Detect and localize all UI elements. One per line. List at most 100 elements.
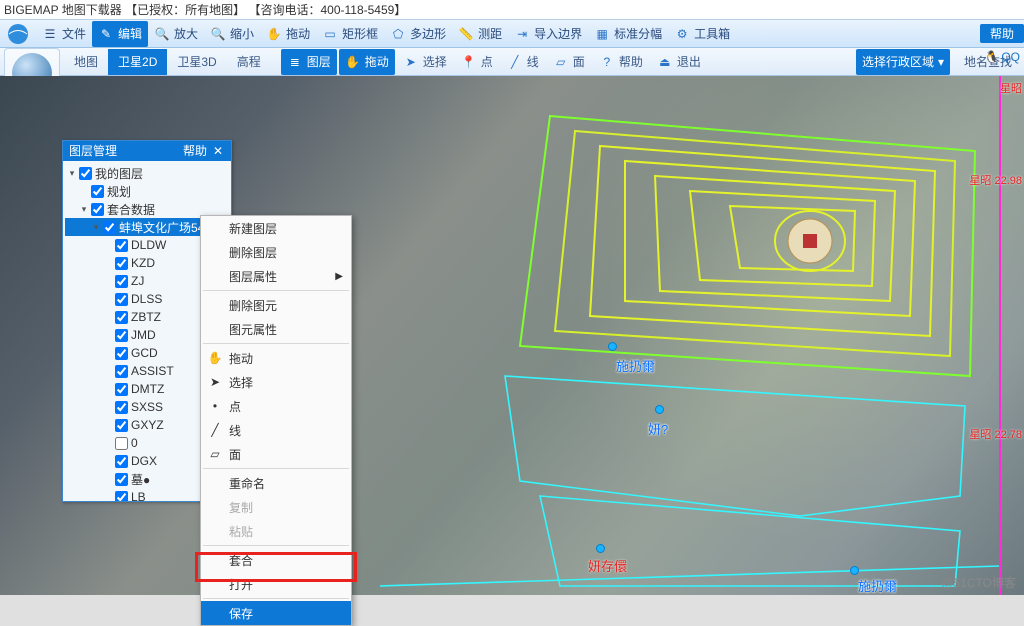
tree-label: 套合数据 bbox=[107, 201, 155, 218]
area-icon: ▱ bbox=[553, 54, 569, 70]
line-icon: ╱ bbox=[507, 54, 523, 70]
tree-checkbox[interactable] bbox=[115, 491, 128, 502]
contextmenu-item[interactable]: ➤选择 bbox=[201, 370, 351, 394]
tree-label: DLDW bbox=[131, 238, 166, 252]
menu-edit[interactable]: ✎ 编辑 bbox=[92, 21, 148, 47]
tab-satellite-3d[interactable]: 卫星3D bbox=[167, 49, 226, 75]
qq-contact[interactable]: 🐧 QQ bbox=[984, 50, 1020, 64]
area-tool[interactable]: ▱面 bbox=[547, 49, 591, 75]
tab-satellite-2d[interactable]: 卫星2D bbox=[108, 49, 167, 75]
contextmenu-item[interactable]: ✋拖动 bbox=[201, 346, 351, 370]
tree-checkbox[interactable] bbox=[103, 221, 116, 234]
tree-checkbox[interactable] bbox=[115, 275, 128, 288]
contextmenu-label: 删除图元 bbox=[229, 297, 277, 314]
tree-label: 墓● bbox=[131, 471, 150, 488]
cursor-icon: ➤ bbox=[207, 374, 223, 390]
panel-titlebar[interactable]: 图层管理 帮助 ✕ bbox=[63, 141, 231, 161]
contextmenu-item[interactable]: 删除图元 bbox=[201, 293, 351, 317]
tree-checkbox[interactable] bbox=[115, 293, 128, 306]
tree-node[interactable]: 规划 bbox=[65, 182, 229, 200]
tab-elevation[interactable]: 高程 bbox=[227, 49, 271, 75]
tree-toggle-icon[interactable]: ▾ bbox=[79, 204, 89, 215]
marker-point[interactable] bbox=[655, 405, 664, 414]
pan-tool[interactable]: ✋拖动 bbox=[339, 49, 395, 75]
tree-checkbox[interactable] bbox=[115, 239, 128, 252]
select-tool[interactable]: ➤选择 bbox=[397, 49, 453, 75]
contextmenu-item[interactable]: 删除图层 bbox=[201, 240, 351, 264]
hand-icon: ✋ bbox=[207, 350, 223, 366]
close-icon[interactable]: ✕ bbox=[211, 141, 225, 161]
tree-checkbox[interactable] bbox=[115, 401, 128, 414]
tab-map[interactable]: 地图 bbox=[64, 49, 108, 75]
pan-button[interactable]: ✋ 拖动 bbox=[260, 21, 316, 47]
menu-file[interactable]: ☰ 文件 bbox=[36, 21, 92, 47]
admin-region-dropdown[interactable]: 选择行政区域▾ bbox=[856, 49, 950, 75]
window-titlebar: BIGEMAP 地图下载器 【已授权：所有地图】 【咨询电话：400-118-5… bbox=[0, 0, 1024, 20]
coord-pin: 星昭 bbox=[1000, 80, 1022, 96]
zoom-out-button[interactable]: 🔍 缩小 bbox=[204, 21, 260, 47]
marker-point[interactable] bbox=[850, 566, 859, 575]
edit-icon: ✎ bbox=[98, 26, 114, 42]
marker-point[interactable] bbox=[608, 342, 617, 351]
contextmenu-label: 图层属性 bbox=[229, 268, 277, 285]
point-icon: • bbox=[207, 398, 223, 414]
point-tool[interactable]: 📍点 bbox=[455, 49, 499, 75]
tree-checkbox[interactable] bbox=[115, 419, 128, 432]
contextmenu-item[interactable]: 保存 bbox=[201, 601, 351, 625]
contextmenu-label: 新建图层 bbox=[229, 220, 277, 237]
contextmenu-item[interactable]: •点 bbox=[201, 394, 351, 418]
contextmenu-item[interactable]: 图层属性▶ bbox=[201, 264, 351, 288]
tree-checkbox[interactable] bbox=[115, 311, 128, 324]
tabtool-exit[interactable]: ⏏退出 bbox=[651, 49, 707, 75]
tree-label: DMTZ bbox=[131, 382, 164, 396]
contextmenu-label: 保存 bbox=[229, 605, 253, 622]
tree-toggle-icon[interactable]: ▾ bbox=[91, 222, 101, 233]
contextmenu-item[interactable]: 套合 bbox=[201, 548, 351, 572]
marker-point[interactable] bbox=[596, 544, 605, 553]
tree-checkbox[interactable] bbox=[115, 365, 128, 378]
contextmenu-item[interactable]: ▱面 bbox=[201, 442, 351, 466]
tree-checkbox[interactable] bbox=[115, 383, 128, 396]
contextmenu-item[interactable]: 重命名 bbox=[201, 471, 351, 495]
contextmenu-item[interactable]: 图元属性 bbox=[201, 317, 351, 341]
contextmenu-item[interactable]: ╱线 bbox=[201, 418, 351, 442]
tree-checkbox[interactable] bbox=[115, 437, 128, 450]
contextmenu-label: 复制 bbox=[229, 499, 253, 516]
main-toolbar: ☰ 文件 ✎ 编辑 🔍 放大 🔍 缩小 ✋ 拖动 ▭ 矩形框 ⬠ 多边形 📏 测… bbox=[0, 20, 1024, 48]
tree-checkbox[interactable] bbox=[115, 347, 128, 360]
tree-checkbox[interactable] bbox=[115, 473, 128, 486]
contextmenu-item[interactable]: 打开 bbox=[201, 572, 351, 596]
hand-icon: ✋ bbox=[345, 54, 361, 70]
std-frame-button[interactable]: ▦ 标准分幅 bbox=[588, 21, 668, 47]
pin-icon: 📍 bbox=[461, 54, 477, 70]
tree-checkbox[interactable] bbox=[115, 455, 128, 468]
line-tool[interactable]: ╱线 bbox=[501, 49, 545, 75]
layer-context-menu: 新建图层删除图层图层属性▶删除图元图元属性✋拖动➤选择•点╱线▱面重命名复制粘贴… bbox=[200, 215, 352, 626]
tree-label: 我的图层 bbox=[95, 165, 143, 182]
tree-checkbox[interactable] bbox=[79, 167, 92, 180]
tree-node[interactable]: ▾ 我的图层 bbox=[65, 164, 229, 182]
grid-icon: ▦ bbox=[594, 26, 610, 42]
polygon-select-button[interactable]: ⬠ 多边形 bbox=[384, 21, 452, 47]
measure-button[interactable]: 📏 测距 bbox=[452, 21, 508, 47]
tree-toggle-icon[interactable]: ▾ bbox=[67, 168, 77, 179]
contextmenu-item[interactable]: 新建图层 bbox=[201, 216, 351, 240]
rect-select-button[interactable]: ▭ 矩形框 bbox=[316, 21, 384, 47]
layers-icon: ≣ bbox=[287, 54, 303, 70]
gear-icon: ⚙ bbox=[674, 26, 690, 42]
zoom-in-button[interactable]: 🔍 放大 bbox=[148, 21, 204, 47]
tree-label: GCD bbox=[131, 346, 158, 360]
tabtool-help[interactable]: ?帮助 bbox=[593, 49, 649, 75]
tree-checkbox[interactable] bbox=[115, 257, 128, 270]
panel-help-link[interactable]: 帮助 bbox=[183, 141, 207, 161]
tree-checkbox[interactable] bbox=[115, 329, 128, 342]
layer-tool[interactable]: ≣图层 bbox=[281, 49, 337, 75]
help-button[interactable]: 帮助 bbox=[980, 24, 1024, 43]
tree-label: SXSS bbox=[131, 400, 163, 414]
tree-checkbox[interactable] bbox=[91, 185, 104, 198]
tree-checkbox[interactable] bbox=[91, 203, 104, 216]
import-boundary-button[interactable]: ⇥ 导入边界 bbox=[508, 21, 588, 47]
tree-label: DGX bbox=[131, 454, 157, 468]
zoom-in-icon: 🔍 bbox=[154, 26, 170, 42]
toolbox-button[interactable]: ⚙ 工具箱 bbox=[668, 21, 736, 47]
